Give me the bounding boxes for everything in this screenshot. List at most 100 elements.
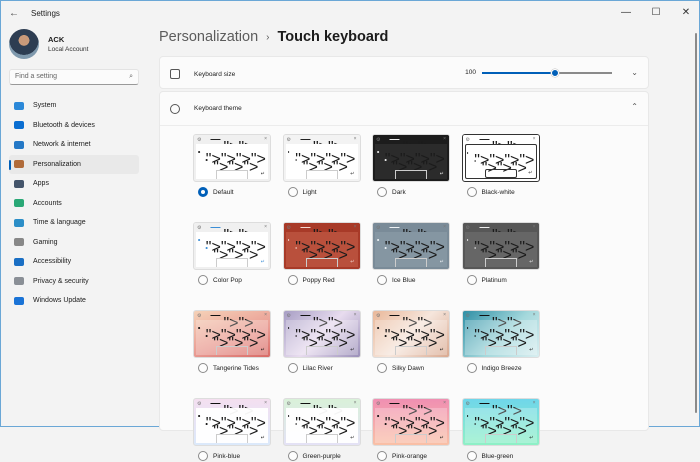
chevron-down-icon[interactable]: ⌄ xyxy=(631,68,638,77)
gear-icon: ⚙ xyxy=(376,225,381,231)
sidebar-item-accounts[interactable]: Accounts xyxy=(9,194,139,214)
close-button[interactable]: ✕ xyxy=(671,1,700,23)
sidebar-item-windows-update[interactable]: Windows Update xyxy=(9,291,139,311)
theme-preview[interactable]: ⚙ ">">× ">">">"> ">">"> ↵ xyxy=(372,222,450,270)
search-input[interactable]: Find a setting ⌕ xyxy=(9,69,139,85)
minimize-button[interactable]: — xyxy=(611,1,641,23)
profile-name: ACK xyxy=(48,35,65,44)
gear-icon: ⚙ xyxy=(286,137,291,143)
sidebar-item-label: Personalization xyxy=(33,160,81,168)
theme-option[interactable]: ⚙ ">">× ">">">"> ">">"> ↵ Light xyxy=(282,134,361,198)
theme-preview[interactable]: ⚙ ">">× ">">">"> ">">"> ↵ xyxy=(461,134,540,182)
nav-icon xyxy=(14,218,24,227)
theme-radio[interactable] xyxy=(466,275,477,285)
theme-option[interactable]: ⚙ ">">× ">">">"> ">">"> ↵ Black-white xyxy=(461,134,540,198)
window-title: Settings xyxy=(31,8,60,18)
sidebar-item-apps[interactable]: Apps xyxy=(9,174,139,194)
theme-option[interactable]: ⚙ ">">× ">">">"> ">">"> ↵ Default xyxy=(193,134,271,198)
enter-icon: ↵ xyxy=(529,435,534,441)
sidebar-item-gaming[interactable]: Gaming xyxy=(9,233,139,253)
theme-preview[interactable]: ⚙ ">">× ">">">"> ">">"> ↵ xyxy=(372,134,450,182)
theme-radio[interactable] xyxy=(198,451,208,461)
close-icon: × xyxy=(532,312,536,318)
close-icon: × xyxy=(353,136,357,142)
nav-icon xyxy=(14,257,24,266)
theme-radio[interactable] xyxy=(466,363,477,373)
theme-preview[interactable]: ⚙ ">">× ">">">"> ">">"> ↵ xyxy=(461,222,540,270)
sidebar-item-label: Apps xyxy=(33,180,49,188)
theme-radio[interactable] xyxy=(287,275,298,285)
theme-preview[interactable]: ⚙ ">">× ">">">"> ">">"> ↵ xyxy=(461,398,540,446)
theme-radio[interactable] xyxy=(198,187,208,197)
sidebar-item-time-language[interactable]: Time & language xyxy=(9,213,139,233)
scrollbar[interactable] xyxy=(695,33,697,413)
sidebar-item-label: Windows Update xyxy=(33,297,86,305)
chevron-up-icon[interactable]: ⌃ xyxy=(631,102,638,111)
theme-option[interactable]: ⚙ ">">× ">">">"> ">">"> ↵ Platinum xyxy=(461,222,540,286)
theme-option[interactable]: ⚙ ">">× ">">">"> ">">"> ↵ Poppy Red xyxy=(282,222,361,286)
close-icon: × xyxy=(532,136,536,142)
theme-option[interactable]: ⚙ ">">× ">">">"> ">">"> ↵ Pink-blue xyxy=(193,398,271,462)
theme-preview[interactable]: ⚙ ">">× ">">">"> ">">"> ↵ xyxy=(282,310,361,358)
search-placeholder: Find a setting xyxy=(15,73,58,80)
theme-option[interactable]: ⚙ ">"> × ">">">"> ">">"> ↵ Pink-orange xyxy=(372,398,450,462)
sidebar-item-label: Accessibility xyxy=(33,258,72,266)
close-icon: × xyxy=(532,224,536,230)
nav-icon xyxy=(14,296,24,305)
sidebar-item-network-internet[interactable]: Network & internet xyxy=(9,135,139,155)
theme-radio[interactable] xyxy=(377,363,387,373)
theme-radio[interactable] xyxy=(198,275,208,285)
theme-name: Poppy Red xyxy=(302,276,335,284)
sidebar-item-personalization[interactable]: Personalization xyxy=(9,154,139,174)
theme-preview[interactable]: ⚙ ">">× ">">">"> ">">"> ↵ xyxy=(193,134,271,182)
maximize-button[interactable]: ☐ xyxy=(641,1,671,23)
back-button[interactable]: ← xyxy=(9,8,23,19)
theme-radio[interactable] xyxy=(466,451,477,461)
theme-radio[interactable] xyxy=(198,363,208,373)
sidebar-item-bluetooth-devices[interactable]: Bluetooth & devices xyxy=(9,116,139,136)
theme-preview[interactable]: ⚙ ">">× ">">">"> ">">"> ↵ xyxy=(282,222,361,270)
slider-thumb[interactable] xyxy=(550,68,559,77)
theme-radio[interactable] xyxy=(287,363,298,373)
enter-icon: ↵ xyxy=(350,259,355,265)
theme-preview[interactable]: ⚙ ">">× ">">">"> ">">"> ↵ xyxy=(193,222,271,270)
sidebar-item-privacy-security[interactable]: Privacy & security xyxy=(9,272,139,292)
keyboard-size-slider[interactable]: 100 xyxy=(465,68,612,77)
theme-option[interactable]: ⚙ ">">× ">">">"> ">">"> ↵ Dark xyxy=(372,134,450,198)
breadcrumb: Personalization › Touch keyboard xyxy=(159,29,388,45)
theme-option[interactable]: ⚙ ">">× ">">">"> ">">"> ↵ Green-purple xyxy=(282,398,361,462)
close-icon: × xyxy=(443,400,446,406)
theme-option[interactable]: ⚙ ">"> × ">">">"> ">">"> ↵ Silky Dawn xyxy=(372,310,450,374)
keyboard-size-icon xyxy=(170,69,180,79)
theme-option[interactable]: ⚙ ">"> × ">">">"> ">">"> ↵ Lilac River xyxy=(282,310,361,374)
user-profile[interactable]: ACK Local Account xyxy=(9,29,88,59)
theme-radio[interactable] xyxy=(377,275,387,285)
sidebar-item-system[interactable]: System xyxy=(9,96,139,116)
sidebar-item-accessibility[interactable]: Accessibility xyxy=(9,252,139,272)
theme-preview[interactable]: ⚙ ">">× ">">">"> ">">"> ↵ xyxy=(461,310,540,358)
theme-radio[interactable] xyxy=(377,451,387,461)
theme-radio[interactable] xyxy=(287,451,298,461)
theme-option[interactable]: ⚙ ">">× ">">">"> ">">"> ↵ Color Pop xyxy=(193,222,271,286)
theme-preview[interactable]: ⚙ ">">× ">">">"> ">">"> ↵ xyxy=(282,134,361,182)
close-icon: × xyxy=(443,312,446,318)
theme-preview[interactable]: ⚙ ">">× ">">">"> ">">"> ↵ xyxy=(372,310,450,358)
theme-preview[interactable]: ⚙ ">">× ">">">"> ">">"> ↵ xyxy=(193,398,271,446)
theme-option[interactable]: ⚙ ">">× ">">">"> ">">"> ↵ Ice Blue xyxy=(372,222,450,286)
close-icon: × xyxy=(443,224,446,230)
theme-radio[interactable] xyxy=(287,187,298,197)
keyboard-size-value: 100 xyxy=(465,69,476,76)
theme-preview[interactable]: ⚙ ">">× ">">">"> ">">"> ↵ xyxy=(372,398,450,446)
keyboard-size-card[interactable]: Keyboard size 100 ⌄ xyxy=(159,56,649,89)
theme-option[interactable]: ⚙ ">"> × ">">">"> ">">"> ↵ Indigo Breeze xyxy=(461,310,540,374)
theme-preview[interactable]: ⚙ ">">× ">">">"> ">">"> ↵ xyxy=(282,398,361,446)
theme-option[interactable]: ⚙ ">"> × ">">">"> ">">"> ↵ Tangerine Tide… xyxy=(193,310,271,374)
theme-option[interactable]: ⚙ ">"> × ">">">"> ">">"> ↵ Blue-green xyxy=(461,398,540,462)
breadcrumb-parent[interactable]: Personalization xyxy=(159,29,258,45)
keyboard-theme-header[interactable]: Keyboard theme xyxy=(160,92,648,126)
theme-radio[interactable] xyxy=(466,187,477,197)
theme-radio[interactable] xyxy=(377,187,387,197)
close-icon: × xyxy=(532,400,536,406)
theme-preview[interactable]: ⚙ ">">× ">">">"> ">">"> ↵ xyxy=(193,310,271,358)
gear-icon: ⚙ xyxy=(286,225,291,231)
